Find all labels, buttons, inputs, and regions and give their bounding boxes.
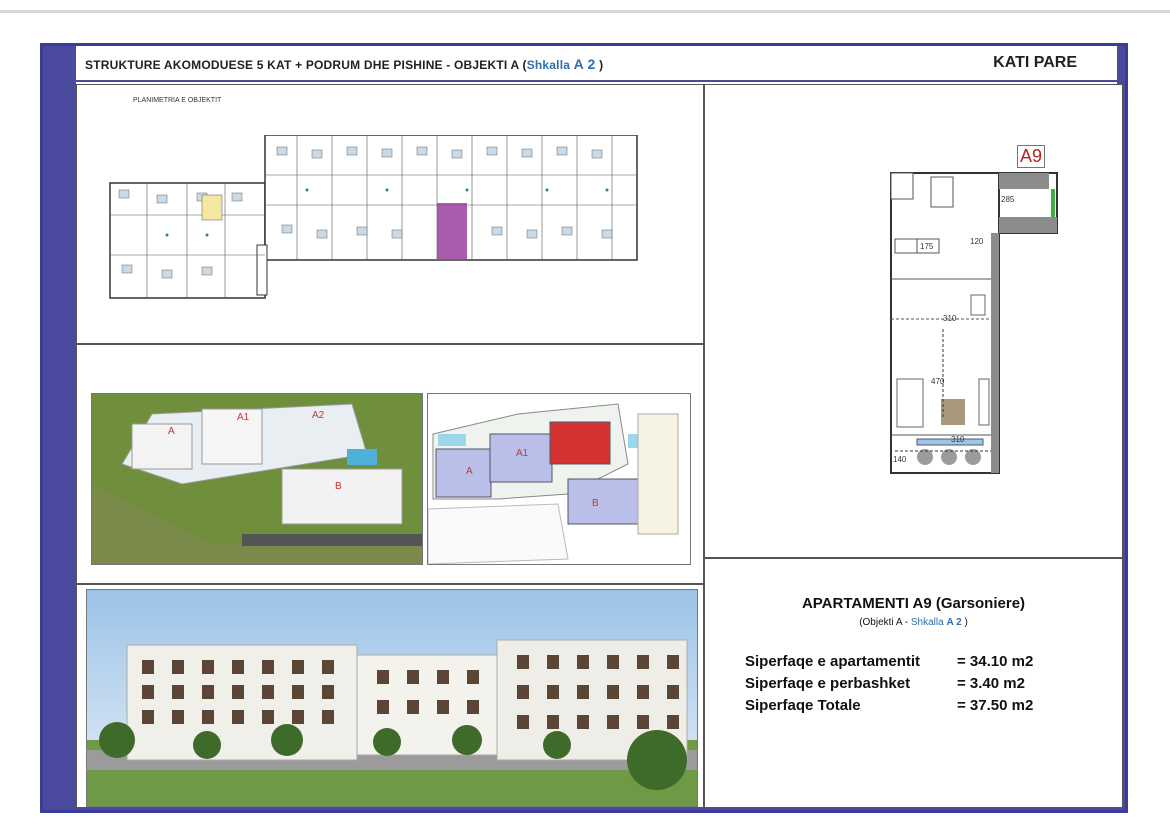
floor-label: KATI PARE [993,54,1077,71]
unit-label: A9 [1017,145,1046,168]
dim-140: 140 [893,455,907,464]
unit-plan-panel: A9 285 120 175 310 470 310 140 [704,84,1123,558]
top-divider [0,10,1170,13]
render-label-a1: A1 [237,412,250,423]
renders-panel: A A1 A2 B A A1 A2 B [76,344,704,584]
plan-label-a: A [466,466,473,477]
floorplan-caption: PLANIMETRIA E OBJEKTIT [133,97,222,104]
area-row-common: Siperfaqe e perbashket = 3.40 m2 [745,675,1025,692]
left-band [43,46,76,810]
sheet-frame: STRUKTURE AKOMODUESE 5 KAT + PODRUM DHE … [40,43,1128,813]
apartment-info-panel: APARTAMENTI A9 (Garsoniere) (Objekti A -… [704,558,1123,808]
plan-label-a2: A2 [578,438,591,449]
plan-label-a1: A1 [516,448,529,459]
sheet-title: STRUKTURE AKOMODUESE 5 KAT + PODRUM DHE … [85,56,604,72]
dim-175: 175 [920,242,934,251]
area-row-total: Siperfaqe Totale = 37.50 m2 [745,697,1034,714]
apartment-title: APARTAMENTI A9 (Garsoniere) [801,595,1026,612]
unit-plan-drawing [890,172,1058,474]
site-plan-image: A A1 A2 B [427,393,691,565]
building-floorplan-panel: PLANIMETRIA E OBJEKTIT [76,84,704,344]
site-render-image: A A1 A2 B [91,393,423,565]
apartment-subtitle: (Objekti A - Shkalla A 2 ) [859,617,968,628]
plan-label-b: B [592,498,599,509]
exterior-render-image [86,589,698,807]
render-label-b: B [335,481,342,492]
render-label-a: A [168,426,175,437]
render-label-a2: A2 [312,410,325,421]
dim-470: 470 [931,377,945,386]
header-rule [76,80,1117,82]
dim-310-lower: 310 [951,435,965,444]
area-row-apartment: Siperfaqe e apartamentit = 34.10 m2 [745,653,1034,670]
exterior-render-panel [76,584,704,808]
dim-285: 285 [1001,195,1015,204]
building-floorplan-drawing [109,135,638,299]
dim-120: 120 [970,237,984,246]
dim-310-upper: 310 [943,314,957,323]
